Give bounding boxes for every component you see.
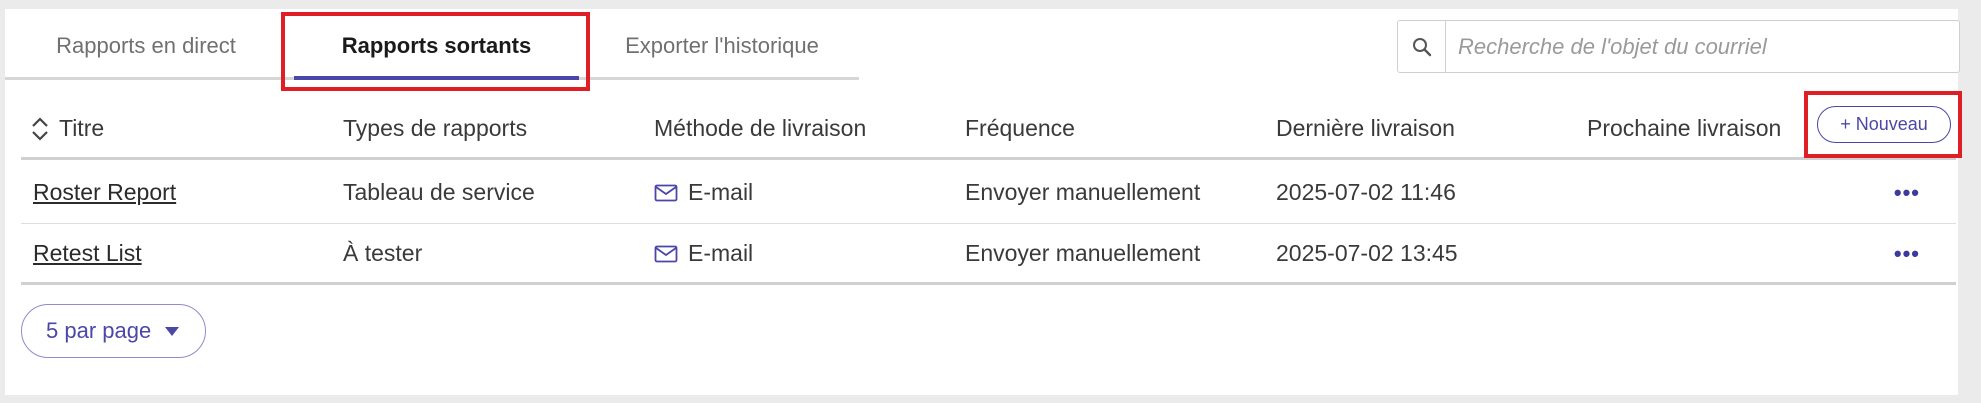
last-delivery: 2025-07-02 13:45: [1276, 240, 1458, 266]
per-page-select[interactable]: 5 par page: [21, 304, 206, 358]
sort-icon[interactable]: [31, 116, 49, 142]
per-page-label: 5 par page: [46, 318, 152, 343]
table-row: Retest List À tester E-mail Envoyer manu…: [21, 225, 1956, 285]
tab-export-history[interactable]: Exporter l'historique: [585, 14, 859, 77]
report-title-link[interactable]: Roster Report: [33, 179, 176, 206]
search-input[interactable]: [1446, 21, 1959, 72]
delivery-method-label: E-mail: [688, 179, 754, 205]
frequency: Envoyer manuellement: [965, 240, 1201, 266]
last-delivery: 2025-07-02 11:46: [1276, 179, 1456, 205]
column-delivery-method: Méthode de livraison: [654, 115, 867, 141]
highlight-box-new: [1804, 91, 1962, 158]
frequency: Envoyer manuellement: [965, 179, 1201, 205]
search-box: [1397, 20, 1960, 73]
report-type: Tableau de service: [343, 179, 535, 205]
table-header: Titre Types de rapports Méthode de livra…: [21, 100, 1956, 160]
more-options-icon[interactable]: •••: [1894, 225, 1920, 282]
more-options-icon[interactable]: •••: [1894, 162, 1920, 223]
highlight-box-tab: [281, 12, 590, 91]
column-title-label: Titre: [59, 115, 105, 141]
report-type: À tester: [343, 240, 423, 266]
column-next-delivery: Prochaine livraison: [1587, 115, 1782, 141]
delivery-method-label: E-mail: [688, 240, 754, 266]
column-frequency: Fréquence: [965, 115, 1075, 141]
column-title[interactable]: Titre: [31, 100, 104, 157]
search-icon[interactable]: [1398, 21, 1446, 72]
caret-down-icon: [165, 326, 180, 336]
report-title-link[interactable]: Retest List: [33, 240, 142, 267]
tab-live-reports[interactable]: Rapports en direct: [5, 14, 287, 77]
delivery-method: E-mail: [654, 162, 753, 223]
envelope-icon: [654, 245, 678, 263]
column-report-type: Types de rapports: [343, 115, 528, 141]
column-last-delivery: Dernière livraison: [1276, 115, 1455, 141]
delivery-method: E-mail: [654, 225, 753, 282]
envelope-icon: [654, 184, 678, 202]
table-row: Roster Report Tableau de service E-mail …: [21, 162, 1956, 224]
